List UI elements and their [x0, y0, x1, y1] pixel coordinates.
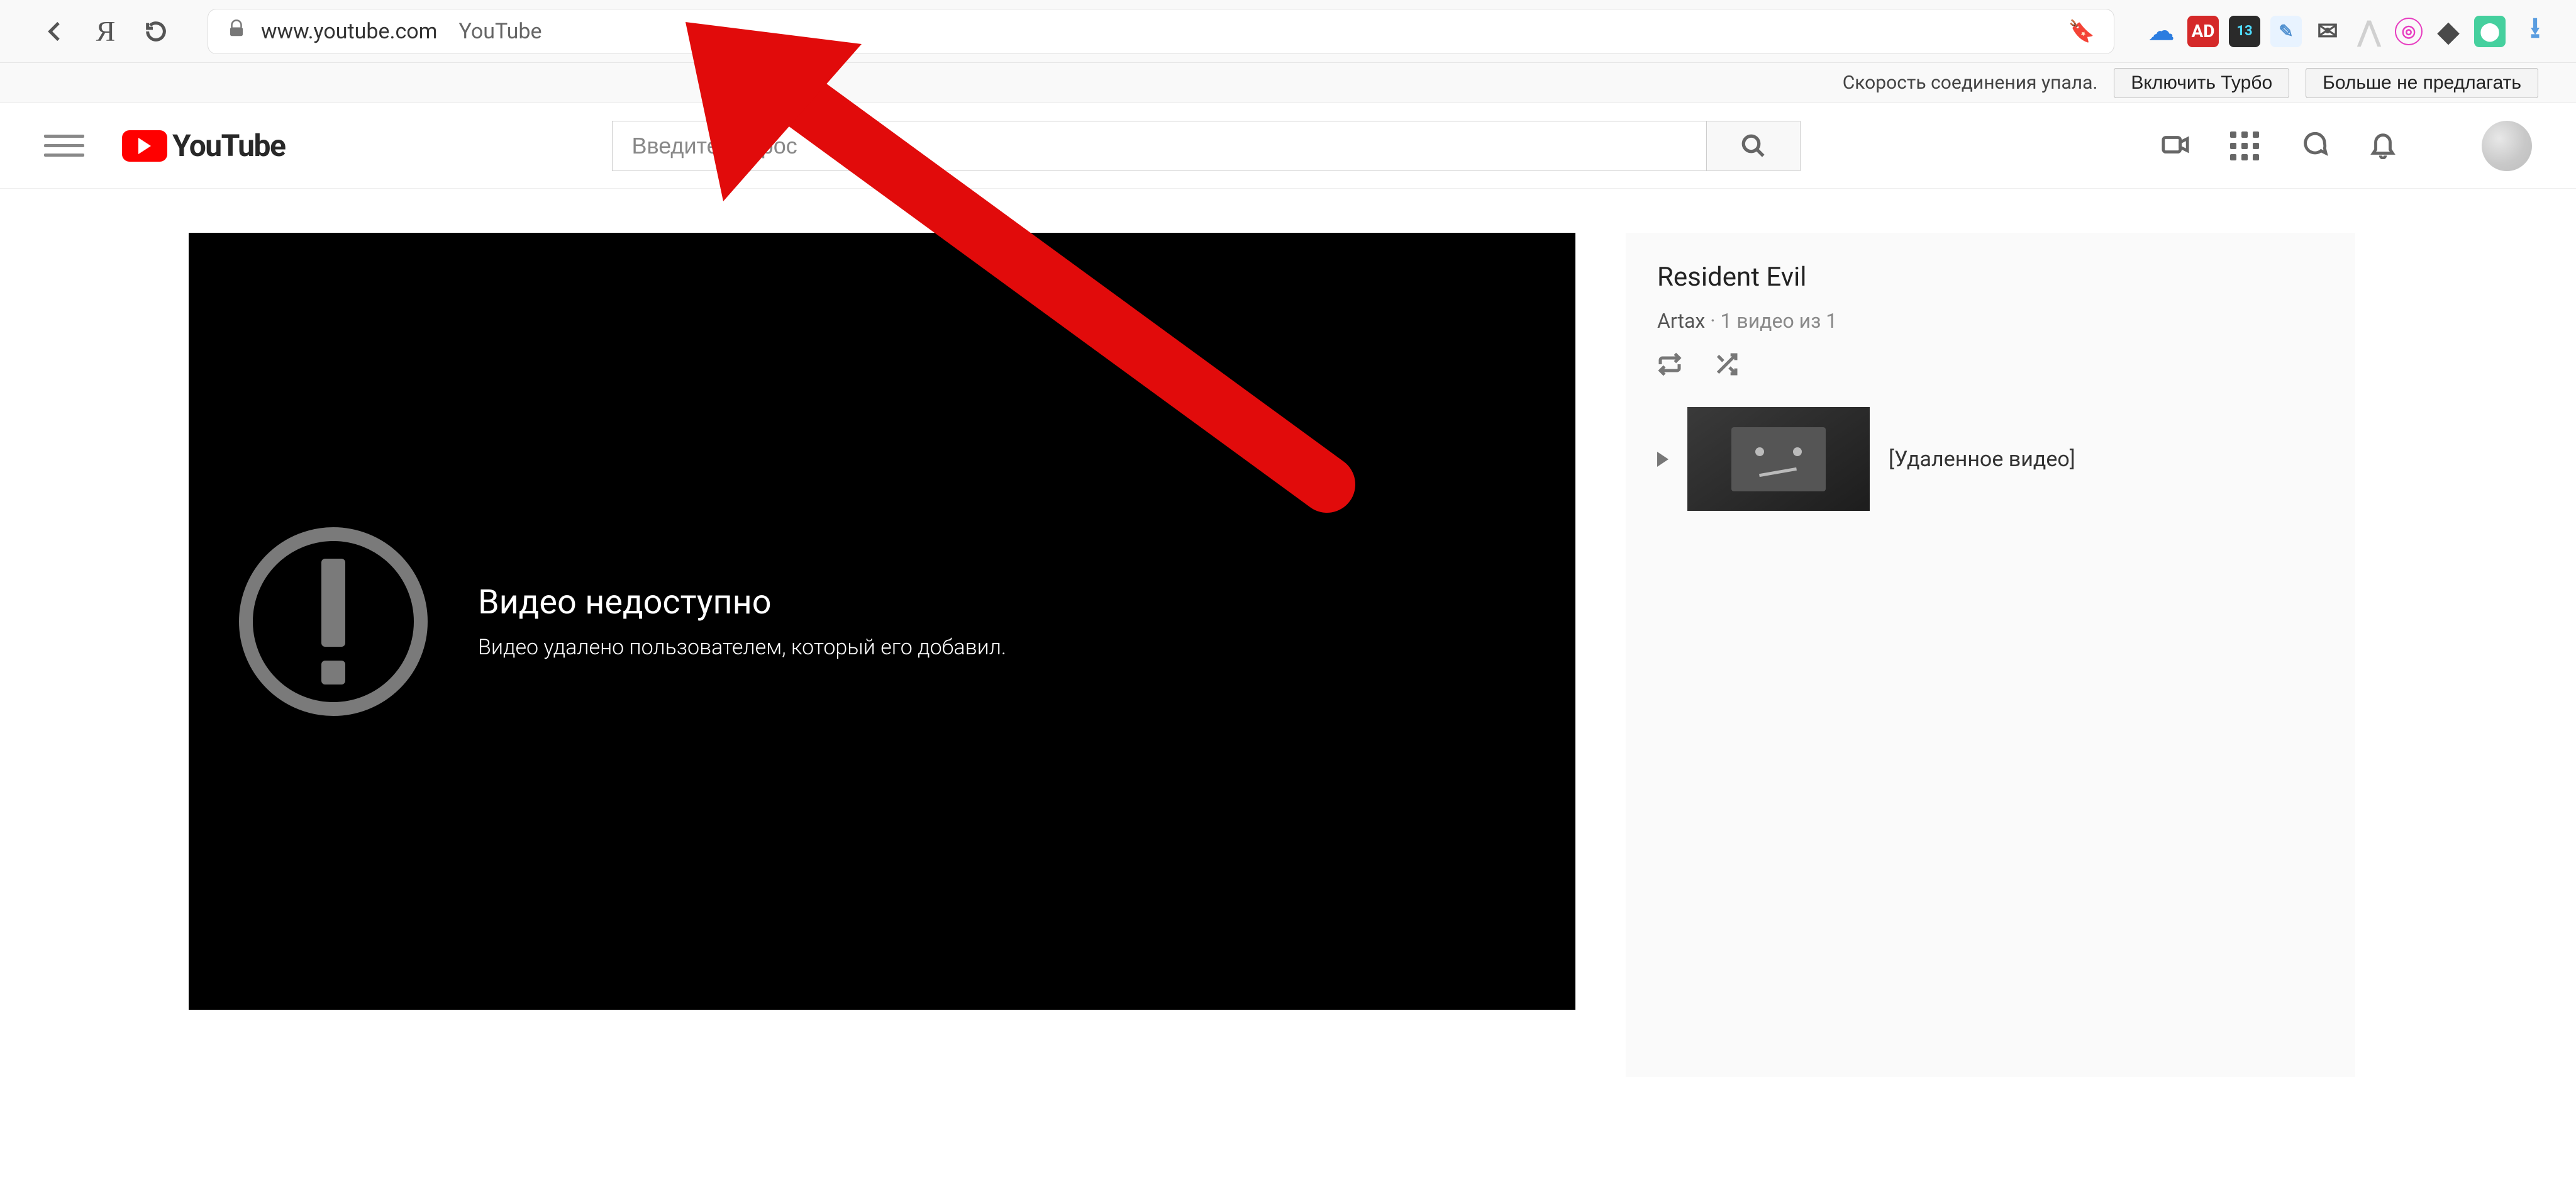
- connection-message: Скорость соединения упала.: [1843, 72, 2098, 94]
- extension-green-icon[interactable]: ⬤: [2474, 16, 2506, 47]
- extension-shield-icon[interactable]: ◆: [2433, 16, 2464, 47]
- account-avatar[interactable]: [2482, 121, 2532, 171]
- lock-icon: [227, 19, 246, 44]
- url-text: www.youtube.com: [261, 19, 437, 44]
- address-bar[interactable]: www.youtube.com YouTube 🔖: [208, 9, 2114, 54]
- youtube-play-icon: [122, 130, 167, 162]
- connection-speed-bar: Скорость соединения упала. Включить Турб…: [0, 63, 2576, 103]
- enable-turbo-button[interactable]: Включить Турбо: [2114, 68, 2289, 98]
- playlist-count: 1 видео из 1: [1720, 309, 1837, 333]
- back-button[interactable]: [38, 14, 73, 49]
- playlist-item-thumbnail: [1687, 407, 1870, 511]
- extension-counter-icon[interactable]: 13: [2229, 16, 2260, 47]
- extension-alice-icon[interactable]: ⋀: [2353, 16, 2385, 47]
- playlist-subtitle: Artax · 1 видео из 1: [1657, 309, 2324, 333]
- search-input[interactable]: [612, 121, 1706, 171]
- yandex-home-button[interactable]: Я: [88, 14, 123, 49]
- error-subtitle: Видео удалено пользователем, который его…: [478, 635, 1006, 660]
- apps-icon[interactable]: [2230, 131, 2259, 160]
- playlist-title: Resident Evil: [1657, 262, 2324, 293]
- youtube-masthead: YouTube: [0, 103, 2576, 189]
- messages-icon[interactable]: [2299, 130, 2328, 162]
- dismiss-turbo-button[interactable]: Больше не предлагать: [2306, 68, 2538, 98]
- playlist-item[interactable]: [Удаленное видео]: [1657, 407, 2324, 511]
- error-title: Видео недоступно: [478, 583, 1006, 622]
- create-video-icon[interactable]: [2161, 130, 2190, 162]
- browser-toolbar: Я www.youtube.com YouTube 🔖 ☁ AD 13 ✎ ✉ …: [0, 0, 2576, 63]
- youtube-logo[interactable]: YouTube: [122, 128, 285, 164]
- page-title: YouTube: [458, 19, 541, 44]
- playlist-author[interactable]: Artax: [1657, 309, 1705, 333]
- search-button[interactable]: [1706, 121, 1801, 171]
- downloads-icon[interactable]: ⭳: [2519, 16, 2551, 47]
- extension-circle-icon[interactable]: ◎: [2395, 18, 2423, 45]
- content-area: Видео недоступно Видео удалено пользоват…: [0, 189, 2576, 1077]
- bookmark-icon[interactable]: 🔖: [2068, 19, 2095, 44]
- extensions: ☁ AD 13 ✎ ✉ ⋀ ◎ ◆ ⬤ ⭳: [2133, 16, 2551, 47]
- playlist-item-title: [Удаленное видео]: [1889, 447, 2075, 472]
- loop-icon[interactable]: [1657, 352, 1682, 383]
- extension-cloud-icon[interactable]: ☁: [2146, 16, 2177, 47]
- video-player[interactable]: Видео недоступно Видео удалено пользоват…: [189, 233, 1575, 1010]
- extension-mail-icon[interactable]: ✉: [2312, 16, 2343, 47]
- shuffle-icon[interactable]: [1714, 352, 1739, 383]
- playlist-sidebar: Resident Evil Artax · 1 видео из 1 [Удал…: [1626, 233, 2355, 1077]
- notifications-icon[interactable]: [2368, 130, 2397, 162]
- masthead-icons: [2161, 121, 2532, 171]
- youtube-logo-text: YouTube: [172, 128, 285, 164]
- extension-adblock-icon[interactable]: AD: [2187, 16, 2219, 47]
- search-form: [612, 121, 1801, 171]
- reload-button[interactable]: [138, 14, 174, 49]
- now-playing-icon: [1657, 452, 1668, 467]
- guide-menu-button[interactable]: [44, 126, 84, 166]
- player-error: Видео недоступно Видео удалено пользоват…: [189, 527, 1006, 716]
- warning-icon: [239, 527, 428, 716]
- extension-editor-icon[interactable]: ✎: [2270, 16, 2302, 47]
